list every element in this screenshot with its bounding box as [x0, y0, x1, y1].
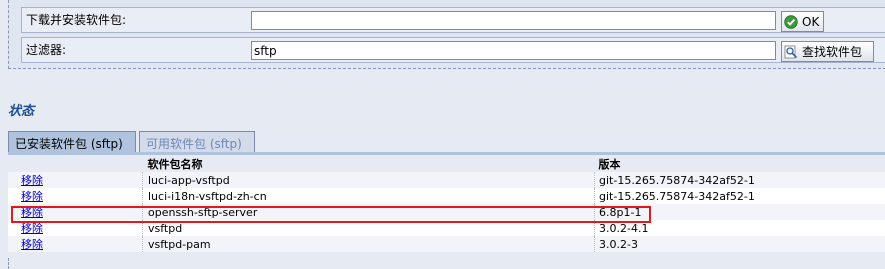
- header-package-name: 软件包名称: [142, 155, 595, 172]
- table-row: 移除 luci-i18n-vsftpd-zh-cn git-15.265.758…: [8, 188, 885, 204]
- install-label: 下载并安装软件包:: [26, 13, 127, 27]
- install-package-input[interactable]: [251, 11, 776, 30]
- package-version: 3.0.2-3: [594, 236, 885, 252]
- bottom-border: [8, 258, 885, 269]
- filter-label: 过滤器:: [26, 43, 67, 57]
- find-packages-button[interactable]: 查找软件包: [781, 41, 874, 62]
- install-row: 下载并安装软件包: OK: [21, 7, 885, 33]
- table-row: 移除 openssh-sftp-server 6.8p1-1: [8, 204, 885, 220]
- package-name: vsftpd: [142, 220, 595, 236]
- ok-button[interactable]: OK: [781, 11, 824, 32]
- package-name: luci-i18n-vsftpd-zh-cn: [142, 188, 595, 204]
- package-version: 6.8p1-1: [594, 204, 885, 220]
- magnifier-icon: [784, 45, 798, 59]
- tab-available-packages[interactable]: 可用软件包 (sftp): [139, 131, 255, 153]
- table-row: 移除 luci-app-vsftpd git-15.265.75874-342a…: [8, 172, 885, 188]
- package-version: git-15.265.75874-342af52-1: [594, 172, 885, 188]
- remove-link[interactable]: 移除: [21, 222, 43, 235]
- package-name: luci-app-vsftpd: [142, 172, 595, 188]
- table-header-row: 软件包名称 版本: [8, 155, 885, 172]
- package-name: openssh-sftp-server: [142, 204, 595, 220]
- ok-button-label: OK: [802, 14, 820, 29]
- package-version: 3.0.2-4.1: [594, 220, 885, 236]
- package-version: git-15.265.75874-342af52-1: [594, 188, 885, 204]
- remove-link[interactable]: 移除: [21, 206, 43, 219]
- remove-link[interactable]: 移除: [21, 238, 43, 251]
- filter-row: 过滤器: 查找软件包: [21, 37, 885, 63]
- tab-installed-packages[interactable]: 已安装软件包 (sftp): [8, 131, 136, 153]
- installed-packages-table: 软件包名称 版本 移除 luci-app-vsftpd git-15.265.7…: [8, 155, 885, 252]
- header-action: [8, 155, 143, 172]
- header-version: 版本: [594, 155, 885, 172]
- table-row: 移除 vsftpd-pam 3.0.2-3: [8, 236, 885, 252]
- filter-input[interactable]: [251, 41, 776, 60]
- install-form-panel: 下载并安装软件包: OK 过滤器: 查找软件包: [8, 0, 885, 69]
- table-row: 移除 vsftpd 3.0.2-4.1: [8, 220, 885, 236]
- package-name: vsftpd-pam: [142, 236, 595, 252]
- remove-link[interactable]: 移除: [21, 174, 43, 187]
- find-button-label: 查找软件包: [802, 45, 863, 59]
- status-heading: 状态: [8, 104, 35, 119]
- check-circle-icon: [784, 14, 798, 29]
- package-tabs: 已安装软件包 (sftp) 可用软件包 (sftp): [8, 131, 885, 153]
- remove-link[interactable]: 移除: [21, 190, 43, 203]
